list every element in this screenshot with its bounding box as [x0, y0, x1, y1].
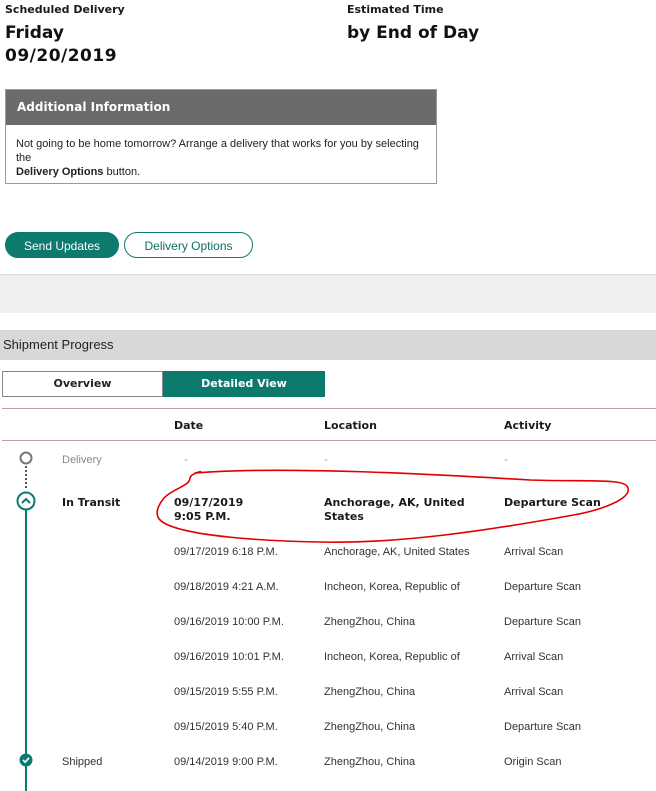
row-activity: Departure Scan: [504, 721, 582, 733]
row-location: Incheon, Korea, Republic of: [324, 651, 460, 663]
info-text-part: button.: [106, 166, 141, 178]
row-activity: Arrival Scan: [504, 546, 564, 558]
shipped-date: 09/14/2019 9:00 P.M.: [174, 756, 278, 768]
scheduled-delivery-label: Scheduled Delivery: [5, 3, 125, 16]
estimated-time-label: Estimated Time: [347, 3, 444, 16]
row-activity: Arrival Scan: [504, 651, 564, 663]
section-divider-band: [0, 274, 656, 313]
row-activity: Arrival Scan: [504, 686, 564, 698]
tab-overview[interactable]: Overview: [2, 371, 163, 397]
row-location: ZhengZhou, China: [324, 616, 416, 628]
additional-info-text: Not going to be home tomorrow? Arrange a…: [6, 125, 436, 179]
row-location: Anchorage, AK, United States: [324, 546, 470, 558]
table-header-divider: [2, 440, 656, 441]
delivery-day: Friday: [5, 23, 64, 43]
send-updates-button[interactable]: Send Updates: [5, 232, 119, 258]
row-location: ZhengZhou, China: [324, 686, 416, 698]
row-date: 09/17/2019 6:18 P.M.: [174, 546, 278, 558]
info-text-bold: Delivery Options: [16, 166, 104, 178]
column-header-activity: Activity: [504, 419, 552, 432]
tab-detailed-view[interactable]: Detailed View: [163, 371, 325, 397]
row-activity: Departure Scan: [504, 616, 582, 628]
column-header-date: Date: [174, 419, 204, 432]
estimated-time-value: by End of Day: [347, 23, 480, 43]
row-location: Incheon, Korea, Republic of: [324, 581, 460, 593]
row-activity: Departure Scan: [504, 581, 582, 593]
column-header-location: Location: [324, 419, 377, 432]
shipped-activity: Origin Scan: [504, 756, 562, 768]
row-date: 09/16/2019 10:01 P.M.: [174, 651, 284, 663]
delivery-options-button[interactable]: Delivery Options: [124, 232, 253, 258]
delivery-date: 09/20/2019: [5, 46, 118, 66]
status-in-transit: In Transit: [62, 496, 121, 509]
red-annotation-circle: [156, 469, 629, 543]
shipped-location: ZhengZhou, China: [324, 756, 416, 768]
status-shipped: Shipped: [62, 756, 103, 768]
row-date: 09/15/2019 5:55 P.M.: [174, 686, 278, 698]
additional-info-title: Additional Information: [6, 90, 436, 125]
status-delivery: Delivery: [62, 454, 102, 466]
row-date: 09/18/2019 4:21 A.M.: [174, 581, 279, 593]
shipment-progress-title: Shipment Progress: [0, 330, 656, 360]
info-text-part: Not going to be home tomorrow? Arrange a…: [16, 138, 419, 164]
delivery-pending-icon: [19, 451, 33, 465]
check-circle-icon: [19, 753, 33, 767]
row-location: ZhengZhou, China: [324, 721, 416, 733]
chevron-up-icon[interactable]: [16, 491, 36, 511]
additional-info-box: Additional Information Not going to be h…: [5, 89, 437, 184]
table-top-divider: [2, 408, 656, 409]
row-date: 09/15/2019 5:40 P.M.: [174, 721, 278, 733]
row-date: 09/16/2019 10:00 P.M.: [174, 616, 284, 628]
